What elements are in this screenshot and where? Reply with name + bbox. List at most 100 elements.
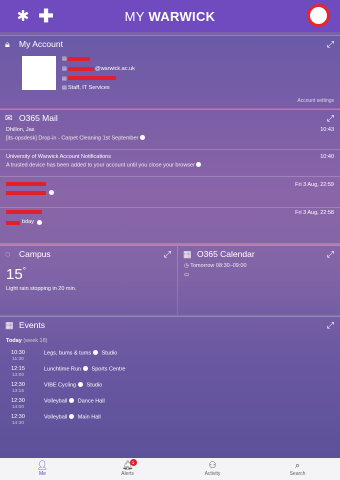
nav-me[interactable]: 👤︎ Me xyxy=(0,458,85,480)
calendar-entry[interactable]: ◷ Tomorrow 08:30–09:00 xyxy=(184,263,247,269)
mail-time: Fri 3 Aug, 22:58 xyxy=(295,210,334,216)
account-tile[interactable]: 🔒︎ My Account ⤢ ▤ ▤ @warwick.ac.uk ▤ ▤ S… xyxy=(0,35,340,108)
event-start: 12:30 xyxy=(11,398,25,404)
events-tile[interactable]: ▦ Events ⤢ Today (week 18) 10:30 11:30 L… xyxy=(0,316,340,458)
id-icon: ▤ xyxy=(62,76,67,82)
mail-subject: bday xyxy=(22,219,34,225)
id-card-icon: ▤ xyxy=(62,56,67,62)
expand-icon[interactable]: ⤢ xyxy=(327,249,334,260)
bottom-nav: 👤︎ Me 🔔︎ 1 Alerts ⚇ Activity ⌕ Search xyxy=(0,458,340,480)
activity-icon: ⚇ xyxy=(208,460,217,470)
person-icon: 👤︎ xyxy=(36,460,49,470)
calendar-entry-icon-row: ▭ xyxy=(184,272,189,278)
nav-activity[interactable]: ⚇ Activity xyxy=(170,458,255,480)
mail-subject: [its-opsdesk] Drop-in - Carpet Cleaning … xyxy=(6,135,139,142)
weather-summary: Light rain stopping in 20 min. xyxy=(6,286,77,292)
redacted-subject xyxy=(6,221,20,225)
mail-from: Dhillon, Jas xyxy=(6,127,35,133)
info-icon xyxy=(196,162,202,167)
today-week: (week 18) xyxy=(23,338,48,344)
account-photo xyxy=(22,56,56,90)
today-label: Today xyxy=(6,338,22,344)
profile-avatar-button[interactable] xyxy=(307,4,330,27)
calendar-tile[interactable]: ▦ O365 Calendar ⤢ ◷ Tomorrow 08:30–09:00… xyxy=(178,245,340,315)
expand-icon[interactable]: ⤢ xyxy=(164,249,171,260)
event-name: Volleyball xyxy=(44,414,68,421)
alerts-badge: 1 xyxy=(129,459,137,466)
clock-icon: ◷ xyxy=(184,263,189,269)
redacted-subject xyxy=(6,191,46,195)
nav-search[interactable]: ⌕ Search xyxy=(255,458,340,480)
mail-tile-header: ✉ O365 Mail xyxy=(0,110,340,126)
events-tile-title: Events xyxy=(19,320,45,330)
event-end: 13:00 xyxy=(11,373,24,378)
event-place: Studio xyxy=(86,382,103,389)
redacted-email-user xyxy=(68,67,94,71)
nav-label: Activity xyxy=(204,471,221,477)
event-name: VIBE Cycling xyxy=(44,382,77,389)
info-icon xyxy=(69,398,75,403)
mail-time: 10:40 xyxy=(320,154,334,160)
app-screen: ✱ ✚ MY WARWICK 🔒︎ My Account ⤢ ▤ ▤ @warw… xyxy=(0,0,340,480)
temperature: 15° xyxy=(6,266,26,283)
expand-icon[interactable]: ⤢ xyxy=(327,39,334,50)
mail-icon: ▤ xyxy=(62,66,67,72)
redacted-name xyxy=(68,57,90,61)
today-heading: Today (week 18) xyxy=(6,338,47,344)
info-icon xyxy=(37,220,42,225)
search-icon: ⌕ xyxy=(294,460,301,470)
divider xyxy=(0,149,340,150)
info-icon xyxy=(83,366,88,371)
nav-label: Alerts xyxy=(121,471,134,477)
event-start: 12:30 xyxy=(11,414,25,420)
calendar-small-icon: ▭ xyxy=(184,272,190,278)
event-end: 14:00 xyxy=(11,405,24,410)
app-title: MY WARWICK xyxy=(0,9,340,24)
event-name: Legs, bums & tums xyxy=(44,350,92,357)
mail-tile-title: O365 Mail xyxy=(19,113,58,123)
event-end: 14:30 xyxy=(11,421,24,426)
mail-tile[interactable]: ✉ O365 Mail ⤢ Dhillon, Jas 10:43 [its-op… xyxy=(0,109,340,243)
account-tile-header: 🔒︎ My Account xyxy=(0,36,340,52)
calendar-tile-title: O365 Calendar xyxy=(197,249,255,259)
event-place: Dance Hall xyxy=(77,398,105,405)
campus-tile[interactable]: ◌ Campus ⤢ 15° Light rain stopping in 20… xyxy=(0,245,177,315)
mail-item[interactable]: Dhillon, Jas 10:43 [its-opsdesk] Drop-in… xyxy=(6,127,334,142)
info-icon xyxy=(139,135,145,140)
calendar-tile-header: ▦ O365 Calendar xyxy=(178,246,340,262)
nav-alerts[interactable]: 🔔︎ 1 Alerts xyxy=(85,458,170,480)
expand-icon[interactable]: ⤢ xyxy=(327,320,334,331)
divider xyxy=(0,207,340,208)
campus-tile-title: Campus xyxy=(19,249,51,259)
chat-bubble-icon: ◌ xyxy=(5,249,11,259)
mail-item[interactable]: University of Warwick Account Notificati… xyxy=(6,154,334,169)
nav-label: Search xyxy=(289,471,306,477)
mail-item[interactable]: Fri 3 Aug, 22:58 bday xyxy=(6,210,334,234)
event-end: 13:15 xyxy=(11,389,24,394)
calendar-icon: ▦ xyxy=(5,319,14,330)
expand-icon[interactable]: ⤢ xyxy=(327,113,334,124)
calendar-icon: ▦ xyxy=(183,248,192,259)
event-end: 11:30 xyxy=(12,357,24,362)
redacted-sender xyxy=(6,182,46,186)
lock-icon: 🔒︎ xyxy=(5,38,10,49)
app-title-main: WARWICK xyxy=(148,9,216,24)
event-name: Volleyball xyxy=(44,398,68,405)
account-department: Staff, IT Services xyxy=(68,85,110,91)
mail-time: Fri 3 Aug, 22:59 xyxy=(295,182,334,188)
event-place: Main Hall xyxy=(77,414,101,421)
mail-item[interactable]: Fri 3 Aug, 22:59 xyxy=(6,182,334,206)
top-bar: ✱ ✚ MY WARWICK xyxy=(0,0,340,32)
redacted-id xyxy=(68,76,116,80)
events-tile-header: ▦ Events xyxy=(0,317,340,333)
app-title-prefix: MY xyxy=(124,9,145,24)
bell-icon: 🔔︎ xyxy=(121,460,134,470)
envelope-icon: ✉ xyxy=(5,112,13,123)
account-email-domain: @warwick.ac.uk xyxy=(95,66,135,72)
account-settings-link[interactable]: Account settings xyxy=(297,98,334,104)
temperature-unit: ° xyxy=(22,266,26,275)
building-icon: ▤ xyxy=(62,85,67,91)
campus-tile-header: ◌ Campus xyxy=(0,246,177,262)
temperature-value: 15 xyxy=(6,266,23,283)
mail-subject: A trusted device has been added to your … xyxy=(6,162,195,169)
